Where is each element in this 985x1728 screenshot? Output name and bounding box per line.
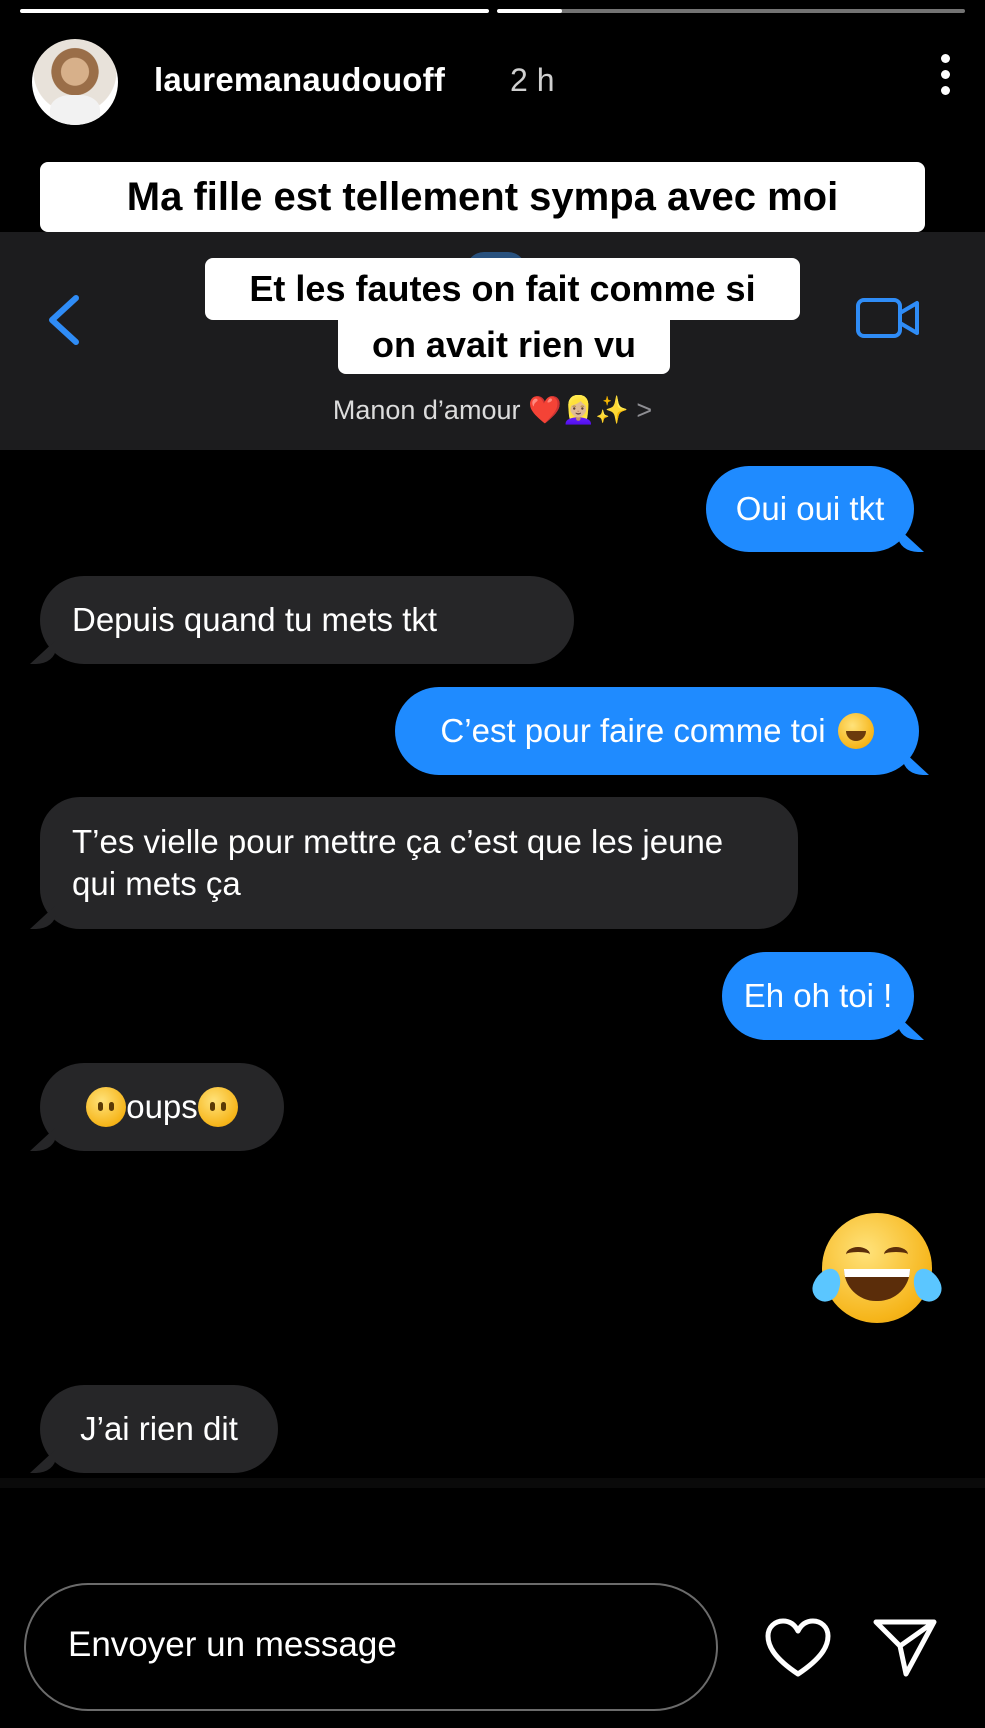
back-chevron-icon[interactable] xyxy=(44,294,84,346)
message-text: C’est pour faire comme toi xyxy=(440,712,826,749)
contact-name-label: Manon d’amour ❤️👱🏼‍♀️✨ xyxy=(332,395,629,425)
message-text: T’es vielle pour mettre ça c’est que les… xyxy=(72,823,724,902)
message-incoming: T’es vielle pour mettre ça c’est que les… xyxy=(40,797,798,929)
story-progress-bar xyxy=(20,9,965,14)
neutral-face-emoji-icon xyxy=(197,1087,238,1127)
user-avatar[interactable] xyxy=(32,39,118,125)
face-with-tears-of-joy-icon xyxy=(808,1213,946,1323)
message-text: oups xyxy=(126,1088,198,1125)
contact-chevron: > xyxy=(636,395,653,425)
contact-name[interactable]: Manon d’amour ❤️👱🏼‍♀️✨ > xyxy=(0,394,985,426)
message-text: J’ai rien dit xyxy=(80,1410,238,1447)
laughing-emoji-icon xyxy=(837,713,874,749)
message-incoming: Depuis quand tu mets tkt xyxy=(40,576,574,664)
story-caption-3: on avait rien vu xyxy=(338,320,670,374)
message-outgoing: Oui oui tkt xyxy=(706,466,914,552)
send-icon[interactable] xyxy=(872,1616,938,1678)
username[interactable]: lauremanaudouoff xyxy=(154,61,445,99)
message-text: Oui oui tkt xyxy=(735,490,885,527)
more-options-icon[interactable] xyxy=(935,54,955,102)
progress-segment-2 xyxy=(496,9,965,13)
heart-icon[interactable] xyxy=(764,1618,832,1680)
progress-segment-1 xyxy=(20,9,489,13)
message-incoming: oups xyxy=(40,1063,284,1151)
story-time: 2 h xyxy=(510,62,555,98)
neutral-face-emoji-icon xyxy=(86,1087,127,1127)
story-header: lauremanaudouoff 2 h xyxy=(32,36,953,128)
story-caption-1: Ma fille est tellement sympa avec moi xyxy=(40,162,925,232)
message-input-placeholder: Envoyer un message xyxy=(68,1625,397,1664)
story-caption-2: Et les fautes on fait comme si xyxy=(205,258,800,320)
message-outgoing: Eh oh toi ! xyxy=(722,952,914,1040)
message-text: Depuis quand tu mets tkt xyxy=(72,601,438,638)
message-input[interactable]: Envoyer un message xyxy=(24,1583,718,1711)
message-incoming: J’ai rien dit xyxy=(40,1385,278,1473)
message-text: Eh oh toi ! xyxy=(743,977,893,1014)
divider xyxy=(0,1478,985,1488)
video-camera-icon[interactable] xyxy=(855,296,921,340)
message-outgoing: C’est pour faire comme toi xyxy=(395,687,919,775)
